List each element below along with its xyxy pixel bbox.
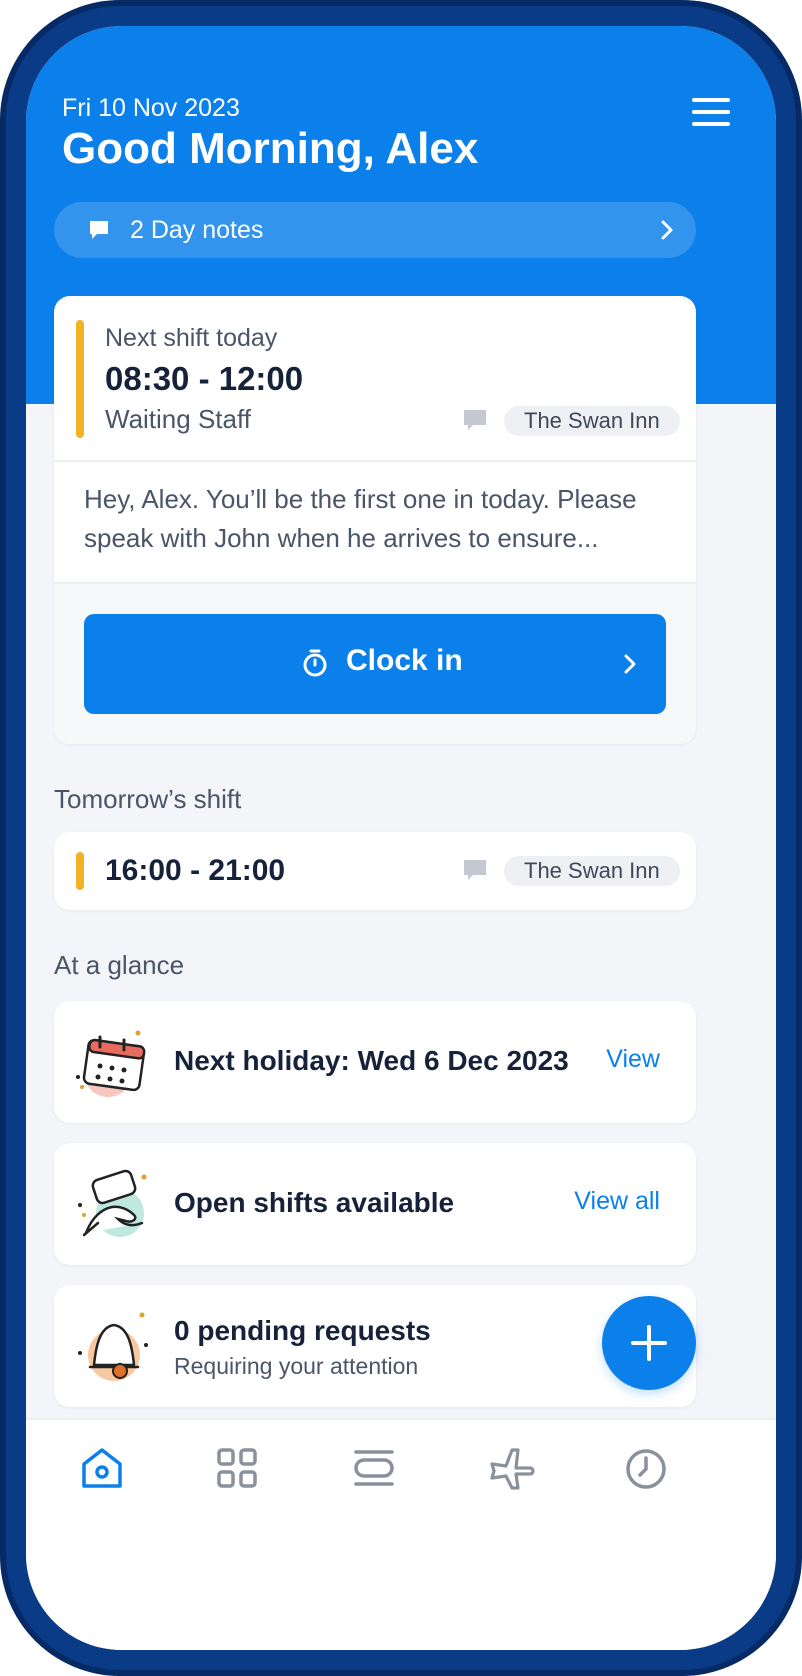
airplane-icon: [490, 1448, 535, 1490]
stopwatch-icon: [303, 649, 327, 677]
calendar-illustration-icon: [76, 1030, 146, 1097]
view-holiday-link[interactable]: View: [606, 1045, 660, 1074]
divider: [54, 460, 696, 462]
app-screen: Fri 10 Nov 2023 Good Morning, Alex 2 Day…: [26, 26, 776, 1650]
clock-in-button[interactable]: Clock in: [84, 614, 666, 714]
clock-icon: [626, 1449, 666, 1489]
glance-section-title: At a glance: [54, 950, 185, 980]
shift-role: Waiting Staff: [105, 404, 251, 434]
menu-button[interactable]: [684, 92, 736, 132]
header-date: Fri 10 Nov 2023: [62, 94, 240, 122]
tomorrow-shift-card[interactable]: 16:00 - 21:00 The Swan Inn: [54, 832, 696, 910]
tab-apps[interactable]: [211, 1442, 263, 1494]
day-notes-button[interactable]: 2 Day notes: [54, 202, 696, 258]
clock-in-label: Clock in: [346, 644, 463, 677]
hand-phone-illustration-icon: [78, 1169, 147, 1237]
tab-schedule[interactable]: [348, 1442, 400, 1494]
apps-grid-icon: [217, 1448, 257, 1488]
open-shifts-card[interactable]: Open shifts available View all: [54, 1143, 696, 1265]
add-button[interactable]: [602, 1296, 696, 1390]
next-holiday-title: Next holiday: Wed 6 Dec 2023: [174, 1045, 569, 1076]
tab-holidays[interactable]: [486, 1442, 538, 1494]
shift-note: Hey, Alex. You’ll be the first one in to…: [84, 484, 637, 553]
open-shifts-title: Open shifts available: [174, 1187, 455, 1218]
view-all-open-shifts-link[interactable]: View all: [574, 1187, 660, 1216]
pending-requests-subtitle: Requiring your attention: [174, 1353, 419, 1379]
tab-timesheets[interactable]: [620, 1442, 672, 1494]
tomorrow-shift-time: 16:00 - 21:00: [105, 854, 286, 887]
greeting-title: Good Morning, Alex: [62, 124, 479, 173]
schedule-icon: [354, 1450, 394, 1486]
comment-icon[interactable]: [462, 408, 488, 432]
shift-time: 08:30 - 12:00: [105, 360, 304, 397]
tomorrow-section-title: Tomorrow’s shift: [54, 784, 242, 814]
comment-icon: [90, 221, 108, 239]
shift-accent-bar: [76, 852, 84, 890]
next-holiday-card[interactable]: Next holiday: Wed 6 Dec 2023 View: [54, 1001, 696, 1123]
device-frame: Fri 10 Nov 2023 Good Morning, Alex 2 Day…: [0, 0, 802, 1676]
bell-illustration-icon: [78, 1312, 148, 1381]
bottom-tab-bar: [26, 1418, 776, 1650]
pending-requests-card[interactable]: 0 pending requests Requiring your attent…: [54, 1285, 696, 1407]
location-pill: The Swan Inn: [504, 856, 680, 886]
chevron-right-icon: [661, 220, 673, 240]
plus-icon: [631, 1325, 667, 1361]
next-shift-card[interactable]: Next shift today 08:30 - 12:00 Waiting S…: [54, 296, 696, 744]
clock-in-area: Clock in: [54, 582, 696, 744]
home-icon: [82, 1448, 122, 1488]
pending-requests-title: 0 pending requests: [174, 1315, 431, 1346]
chevron-right-icon: [624, 654, 636, 674]
location-pill: The Swan Inn: [504, 406, 680, 436]
shift-accent-bar: [76, 320, 84, 438]
tab-home[interactable]: [76, 1442, 128, 1494]
menu-icon: [692, 98, 730, 102]
shift-kicker: Next shift today: [105, 324, 278, 352]
comment-icon[interactable]: [462, 858, 488, 882]
day-notes-label: 2 Day notes: [130, 216, 264, 244]
